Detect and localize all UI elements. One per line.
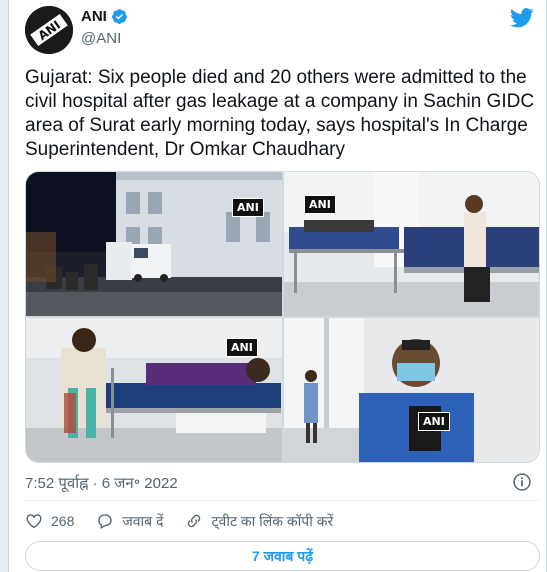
copy-link-label: ट्वीट का लिंक कॉपी करें: [211, 512, 334, 529]
reply-bubble-icon: [98, 514, 112, 529]
photo-patient-stretcher[interactable]: ANI: [26, 318, 282, 462]
read-replies-button[interactable]: 7 जवाब पढ़ें: [25, 541, 540, 571]
link-icon: [188, 514, 201, 528]
divider: [25, 500, 540, 501]
ani-watermark: ANI: [304, 195, 336, 214]
photo-hospital-exterior[interactable]: ANI: [26, 172, 282, 316]
ani-watermark: ANI: [232, 198, 264, 217]
copy-link-button[interactable]: ट्वीट का लिंक कॉपी करें: [185, 512, 333, 531]
photo-doctor-interview[interactable]: ANI: [284, 318, 539, 462]
ani-watermark: ANI: [226, 338, 258, 357]
ani-mic-flag: ANI: [418, 412, 450, 431]
ani-logo-icon: ANI: [25, 6, 73, 54]
author-handle[interactable]: @ANI: [81, 30, 121, 47]
author-name[interactable]: ANI: [81, 8, 107, 25]
author-name-row[interactable]: ANI: [81, 8, 128, 25]
tweet-card: ANI ANI @ANI Gujarat: Six people died an…: [8, 0, 547, 572]
reply-label: जवाब दें: [122, 512, 164, 529]
media-grid: ANI ANI ANI ANI: [25, 171, 540, 463]
like-button[interactable]: 268: [25, 512, 74, 530]
info-icon[interactable]: [512, 472, 532, 492]
photo-hospital-ward[interactable]: ANI: [284, 172, 539, 316]
tweet-timestamp[interactable]: 7:52 पूर्वाह्न · 6 जन॰ 2022: [25, 473, 178, 493]
heart-icon: [26, 514, 42, 529]
twitter-bird-icon[interactable]: [510, 8, 534, 28]
like-count: 268: [51, 513, 75, 529]
verified-badge-icon: [111, 9, 127, 24]
read-replies-label: 7 जवाब पढ़ें: [251, 547, 314, 564]
reply-button[interactable]: जवाब दें: [96, 512, 163, 531]
tweet-text: Gujarat: Six people died and 20 others w…: [25, 67, 535, 160]
avatar[interactable]: ANI: [25, 6, 73, 54]
action-bar: 268 जवाब दें ट्वीट का लिंक कॉपी करें: [25, 510, 355, 532]
